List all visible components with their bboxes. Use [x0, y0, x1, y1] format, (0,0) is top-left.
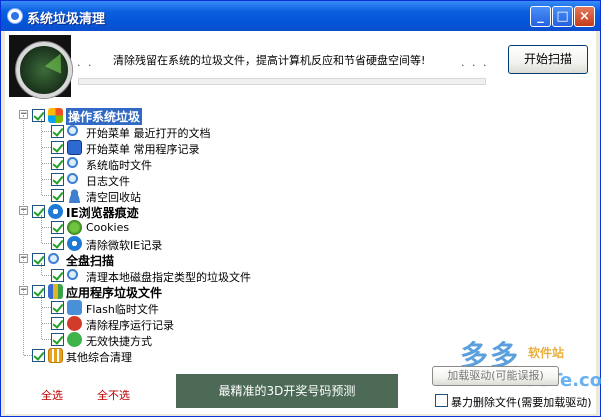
- tree-connector-line: [41, 119, 42, 195]
- monitor-icon: [67, 140, 82, 155]
- tree-item-label: Cookies: [86, 221, 130, 234]
- tree-checkbox[interactable]: [32, 349, 45, 362]
- tree-item-row[interactable]: 系统临时文件: [5, 155, 485, 172]
- globe-icon: [67, 220, 82, 235]
- tree-checkbox[interactable]: [51, 269, 64, 282]
- tree-checkbox[interactable]: [32, 109, 45, 122]
- scan-progress-bar: [78, 78, 486, 85]
- stop-icon: [67, 316, 82, 331]
- close-button[interactable]: ×: [574, 6, 595, 27]
- app-window: 系统垃圾清理 _ □ × . . 清除残留在系统的垃圾文件，提高计算机反应和节省…: [0, 0, 601, 417]
- tree-checkbox[interactable]: [51, 189, 64, 202]
- window-title: 系统垃圾清理: [27, 12, 106, 27]
- tree-checkbox[interactable]: [51, 173, 64, 186]
- tree-checkbox[interactable]: [51, 221, 64, 234]
- tree-group-row[interactable]: − IE浏览器痕迹: [5, 203, 485, 220]
- tree-checkbox[interactable]: [51, 317, 64, 330]
- tree-item-label: 其他综合清理: [66, 351, 132, 364]
- description-text: 清除残留在系统的垃圾文件，提高计算机反应和节省硬盘空间等!: [113, 54, 426, 67]
- tree-item-row[interactable]: 清理本地磁盘指定类型的垃圾文件: [5, 267, 485, 284]
- minimize-button[interactable]: _: [530, 6, 551, 27]
- magnifier-icon: [67, 157, 78, 168]
- tree-connector-line: [23, 115, 24, 355]
- ie-logo-icon: [48, 204, 63, 219]
- tree-item-row[interactable]: 开始菜单 常用程序记录: [5, 139, 485, 156]
- tree-item-row[interactable]: 清空回收站: [5, 187, 485, 204]
- ie-logo-icon: [67, 236, 82, 251]
- description-dots-right: . . .: [461, 56, 489, 69]
- app-icon: [7, 8, 23, 24]
- magnifier-icon: [67, 125, 78, 136]
- ad-banner[interactable]: 最精准的3D开奖号码预测: [176, 374, 398, 408]
- books-icon: [48, 284, 63, 299]
- maximize-button[interactable]: □: [552, 6, 573, 27]
- force-delete-checkbox[interactable]: [435, 394, 448, 407]
- load-driver-button[interactable]: 加载驱动(可能误报): [432, 366, 559, 386]
- tree-checkbox[interactable]: [51, 157, 64, 170]
- tree-group-row[interactable]: − 全盘扫描: [5, 251, 485, 268]
- title-bar[interactable]: 系统垃圾清理 _ □ ×: [1, 1, 600, 31]
- tree-checkbox[interactable]: [32, 285, 45, 298]
- tree-item-row[interactable]: 清除微软IE记录: [5, 235, 485, 252]
- start-scan-button[interactable]: 开始扫描: [508, 45, 588, 74]
- tree-checkbox[interactable]: [32, 253, 45, 266]
- magnifier-icon: [67, 173, 78, 184]
- radar-icon-frame: [9, 35, 72, 98]
- select-none-link[interactable]: 全不选: [97, 387, 130, 403]
- tree-group-row[interactable]: − 应用程序垃圾文件: [5, 283, 485, 300]
- tree-checkbox[interactable]: [51, 141, 64, 154]
- select-all-link[interactable]: 全选: [41, 387, 63, 403]
- tree-item-row[interactable]: 开始菜单 最近打开的文档: [5, 123, 485, 140]
- magnifier-icon: [67, 269, 78, 280]
- client-area: . . 清除残留在系统的垃圾文件，提高计算机反应和节省硬盘空间等! . . . …: [5, 31, 601, 414]
- description-dots-left: . .: [77, 56, 94, 69]
- force-delete-label: 暴力删除文件(需要加载驱动): [451, 396, 592, 409]
- grid-icon: [48, 348, 63, 363]
- tree-checkbox[interactable]: [51, 333, 64, 346]
- windows-logo-icon: [48, 108, 63, 123]
- tree-connector-line: [41, 295, 42, 339]
- magnifier-icon: [48, 253, 59, 264]
- tree-checkbox[interactable]: [32, 205, 45, 218]
- tree-item-row[interactable]: Cookies: [5, 219, 485, 235]
- tree-connector-line: [41, 263, 42, 275]
- tree-item-row[interactable]: Flash临时文件: [5, 299, 485, 316]
- flash-icon: [67, 300, 82, 315]
- user-icon: [67, 188, 82, 203]
- tree-checkbox[interactable]: [51, 237, 64, 250]
- tree-group-row[interactable]: − 操作系统垃圾: [5, 107, 485, 125]
- radar-icon: [16, 42, 72, 98]
- shortcut-icon: [67, 332, 82, 347]
- radar-sweep: [44, 49, 68, 74]
- watermark-sub: 软件站: [528, 346, 565, 360]
- tree-checkbox[interactable]: [51, 125, 64, 138]
- tree-checkbox[interactable]: [51, 301, 64, 314]
- tree-item-row[interactable]: 日志文件: [5, 171, 485, 188]
- tree-connector-line: [41, 215, 42, 243]
